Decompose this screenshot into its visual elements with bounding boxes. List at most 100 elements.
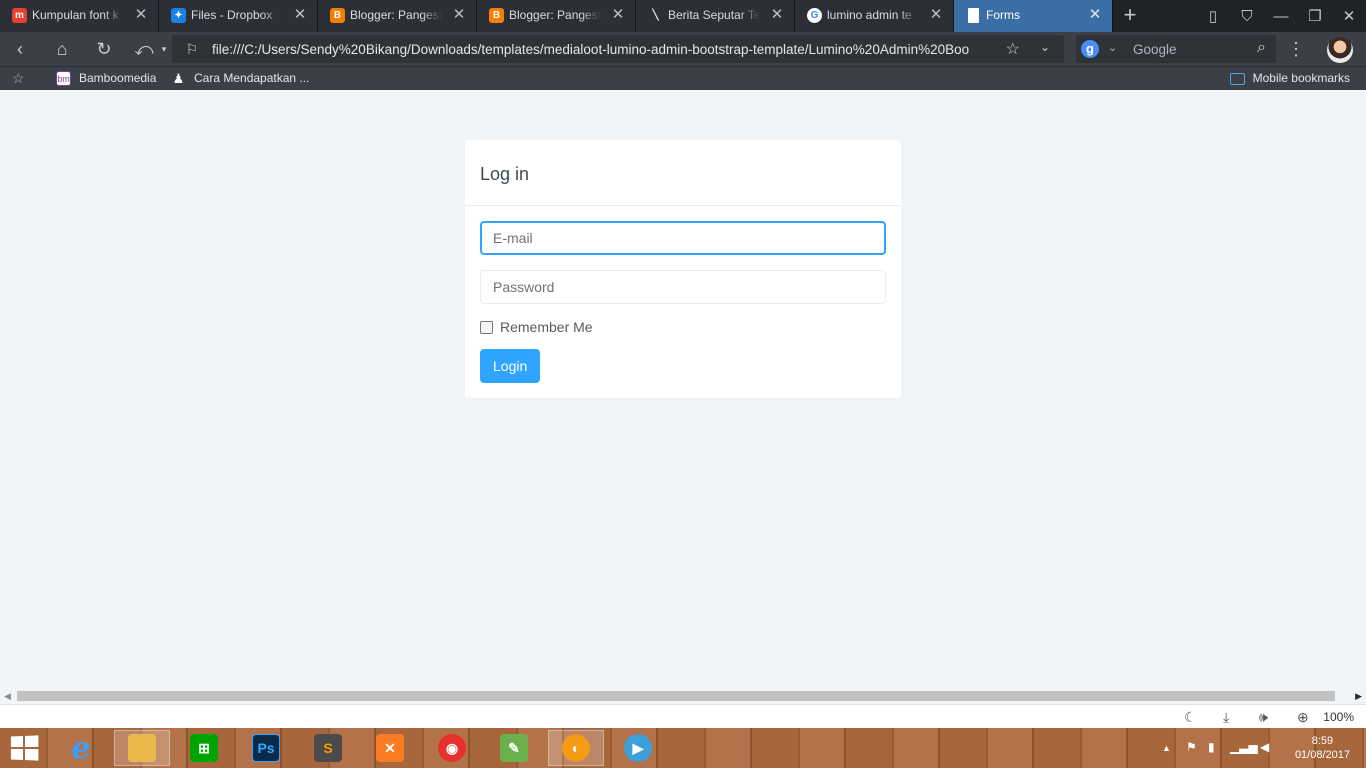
search-engine-icon[interactable]: g [1081, 40, 1099, 58]
blogger-icon: B [330, 8, 345, 23]
login-heading: Log in [465, 140, 901, 206]
reload-icon[interactable]: ↻ [92, 38, 116, 60]
system-clock[interactable]: 8:59 01/08/2017 [1295, 734, 1350, 762]
scroll-left-icon[interactable]: ◀ [4, 691, 11, 702]
close-tab-icon[interactable]: ✕ [452, 7, 466, 22]
tab-title: Kumpulan font k [32, 8, 119, 22]
login-form: Remember Me Login [465, 206, 901, 398]
sublime-text-icon: S [314, 734, 342, 762]
password-input[interactable] [480, 270, 886, 304]
address-bar[interactable]: ⚐ file:///C:/Users/Sendy%20Bikang/Downlo… [172, 35, 1064, 63]
taskbar-xampp[interactable]: ✕ [362, 730, 418, 766]
tab-kumpulan-font[interactable]: m Kumpulan font k ✕ [0, 0, 159, 32]
tab-title: Blogger: Pangest [509, 8, 601, 22]
medialoot-icon: m [12, 8, 27, 23]
windows-taskbar: e ⊞ Ps S ✕ ◉ ✎ ◐ ▶ ▲ ⚑ ▮ ▁▃▅ ◀ 8:59 01/0… [0, 728, 1366, 768]
close-tab-icon[interactable]: ✕ [293, 7, 307, 22]
remember-me-label[interactable]: Remember Me [500, 319, 593, 335]
url-dropdown-icon[interactable]: ⌄ [1040, 40, 1050, 54]
volume-icon[interactable]: 🕪 [1259, 709, 1268, 726]
engine-dropdown-icon[interactable]: ⌄ [1108, 41, 1117, 54]
taskbar-foxit[interactable]: ◉ [424, 730, 480, 766]
document-icon [968, 8, 979, 23]
uc-browser-icon: ◐ [562, 734, 590, 762]
search-icon[interactable]: ⌕ [1257, 39, 1266, 57]
tab-blogger-2[interactable]: B Blogger: Pangest ✕ [477, 0, 636, 32]
bookmark-label: Bamboomedia [79, 71, 157, 85]
page-viewport: Log in Remember Me Login [0, 90, 1366, 690]
taskbar-media-player[interactable]: ▶ [610, 730, 666, 766]
blogger-icon: B [489, 8, 504, 23]
menu-icon[interactable]: ⋮ [1284, 38, 1308, 60]
taskbar-ie[interactable]: e [53, 730, 109, 766]
restore-icon[interactable]: ❐ [1298, 0, 1332, 32]
taskbar-store[interactable]: ⊞ [176, 730, 232, 766]
battery-icon[interactable]: ▮ [1208, 740, 1215, 754]
zoom-icon[interactable]: ⊕ [1297, 709, 1309, 726]
tab-lumino-admin[interactable]: G lumino admin te ✕ [795, 0, 954, 32]
mobile-bookmarks[interactable]: Mobile bookmarks [1229, 71, 1350, 86]
taskbar-uc-browser[interactable]: ◐ [548, 730, 604, 766]
speaker-icon[interactable]: ◀ [1260, 740, 1269, 754]
login-button[interactable]: Login [480, 349, 541, 383]
tab-title: lumino admin te [827, 8, 912, 22]
home-icon[interactable]: ⌂ [50, 38, 74, 60]
taskbar-photoshop[interactable]: Ps [238, 730, 294, 766]
windows-store-icon: ⊞ [190, 734, 218, 762]
download-icon[interactable]: ⤓ [1223, 709, 1229, 726]
close-tab-icon[interactable]: ✕ [929, 7, 943, 22]
tab-title: Blogger: Pangest [350, 8, 442, 22]
zoom-level[interactable]: 100% [1323, 710, 1354, 724]
close-tab-icon[interactable]: ✕ [1088, 7, 1102, 22]
tab-title: Berita Seputar Te [668, 8, 760, 22]
close-tab-icon[interactable]: ✕ [611, 7, 625, 22]
xampp-icon: ✕ [376, 734, 404, 762]
bamboomedia-icon: bm [56, 71, 71, 86]
night-mode-icon[interactable]: ☾ [1184, 709, 1197, 726]
signal-icon[interactable]: ▁▃▅ [1230, 740, 1258, 754]
tab-title: Forms [986, 8, 1020, 22]
media-player-icon: ▶ [624, 734, 652, 762]
bookmark-star-icon[interactable]: ☆ [1006, 39, 1020, 59]
taskbar-coreldraw[interactable]: ✎ [486, 730, 542, 766]
back-icon[interactable]: ‹ [8, 38, 32, 60]
scrollbar-thumb[interactable] [17, 691, 1335, 701]
page-info-icon[interactable]: ⚐ [180, 38, 204, 60]
scroll-right-icon[interactable]: ▶ [1355, 691, 1362, 702]
tab-berita-seputar[interactable]: ╲ Berita Seputar Te ✕ [636, 0, 795, 32]
search-box[interactable]: g ⌄ Google ⌕ [1076, 35, 1276, 63]
tab-blogger-1[interactable]: B Blogger: Pangest ✕ [318, 0, 477, 32]
avatar[interactable] [1327, 37, 1353, 63]
windows-start-icon[interactable] [10, 735, 39, 761]
search-engine-label: Google [1133, 42, 1177, 57]
close-tab-icon[interactable]: ✕ [134, 7, 148, 22]
close-tab-icon[interactable]: ✕ [770, 7, 784, 22]
mobile-bookmarks-icon [1229, 72, 1245, 85]
remember-me-row[interactable]: Remember Me [480, 318, 886, 336]
google-icon: G [807, 8, 822, 23]
url-text[interactable]: file:///C:/Users/Sendy%20Bikang/Download… [212, 42, 1002, 57]
close-window-icon[interactable]: ✕ [1332, 0, 1366, 32]
plus-icon: + [1123, 2, 1137, 27]
network-error-icon[interactable]: ⚑ [1186, 740, 1197, 754]
email-input[interactable] [480, 221, 886, 255]
taskbar-sublime[interactable]: S [300, 730, 356, 766]
photoshop-icon: Ps [252, 734, 280, 762]
coreldraw-icon: ✎ [500, 734, 528, 762]
new-tab-button[interactable]: + [1115, 0, 1145, 32]
tab-forms[interactable]: Forms ✕ [954, 0, 1113, 32]
sidebar-toggle-icon[interactable]: ▯ [1196, 0, 1230, 32]
skin-shirt-icon[interactable]: ⛉ [1230, 0, 1264, 32]
minimize-icon[interactable]: — [1264, 0, 1298, 32]
show-hidden-icons-icon[interactable]: ▲ [1162, 743, 1171, 753]
bookmark-star-icon[interactable]: ☆ [12, 70, 25, 87]
tab-files-dropbox[interactable]: ✦ Files - Dropbox ✕ [159, 0, 318, 32]
foxit-reader-icon: ◉ [438, 734, 466, 762]
bookmark-cara-mendapatkan[interactable]: ♟ Cara Mendapatkan ... [171, 71, 310, 86]
remember-me-checkbox[interactable] [480, 320, 493, 334]
horizontal-scrollbar[interactable]: ◀ ▶ [0, 690, 1366, 704]
browser-toolbar: ‹ ⌂ ↻ ⤺ ▾ ⚐ file:///C:/Users/Sendy%20Bik… [0, 32, 1366, 66]
tab-title: Files - Dropbox [191, 8, 273, 22]
bookmark-bamboomedia[interactable]: bm Bamboomedia [56, 71, 156, 86]
taskbar-file-explorer[interactable] [114, 730, 170, 766]
